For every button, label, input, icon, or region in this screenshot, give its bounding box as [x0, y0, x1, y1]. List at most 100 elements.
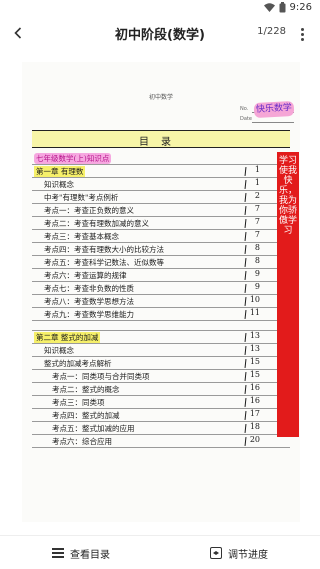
list-icon	[52, 548, 64, 558]
toc-row-title: 考点四：考查有理数大小的比较方法	[44, 245, 164, 254]
toc-row-title: 考点六：考查运算的规律	[44, 271, 127, 280]
document-page: 初中数学 No. Date 快乐数学 目录 七年级数学(上)知识点 第一章 有理数…	[22, 62, 300, 522]
toc-row: 考点一：考查正负数的意义 7	[32, 204, 290, 217]
toc-row: 整式的加减考点解析 15	[32, 357, 290, 370]
toc-row-page: 1	[254, 165, 260, 174]
toc-row	[32, 321, 290, 331]
battery-icon	[279, 2, 286, 13]
toc-row-tick	[244, 270, 247, 281]
toc-row-tick	[244, 205, 247, 216]
more-dot-icon	[300, 37, 304, 41]
toc-row-page: 1	[254, 178, 260, 187]
toc-row-tick	[244, 332, 247, 343]
toc-row-page: 13	[249, 331, 260, 340]
red-ribbon: 学习使我快乐，我为你骄傲学习	[277, 152, 299, 552]
toc-row: 知识概念 1	[32, 178, 290, 191]
page-counter: 1/228	[257, 26, 286, 37]
toc-row-title: 考点六：综合应用	[52, 437, 112, 446]
toc-row-title: 考点三：同类项	[52, 398, 105, 407]
toc-row: 第一章 有理数 1	[32, 165, 290, 178]
toc-row-tick	[244, 244, 247, 255]
handwritten-stamp: 快乐数学	[253, 100, 295, 119]
toc-row-title: 第二章 整式的加减	[34, 332, 101, 343]
toc-row-tick	[244, 166, 247, 177]
adjust-progress-label: 调节进度	[228, 549, 268, 561]
toc-row-tick	[244, 436, 247, 447]
toc-row-page: 10	[249, 295, 260, 304]
toc-row: 第二章 整式的加减 13	[32, 331, 290, 344]
date-label: Date	[240, 116, 294, 123]
toc-row-page: 11	[249, 308, 260, 317]
toc-row-title: 七年级数学(上)知识点	[34, 153, 112, 164]
toc-row-page: 7	[254, 204, 260, 213]
toc-row-title: 考点八：考查数学思想方法	[44, 297, 134, 306]
more-menu-button[interactable]	[292, 23, 312, 45]
toc-row-page: 7	[254, 230, 260, 239]
toc-list: 七年级数学(上)知识点 第一章 有理数 1 知识概念 1 中考"有理数"考点例析 2 考点一：…	[32, 152, 290, 448]
status-time: 9:26	[289, 2, 312, 13]
toc-row-page: 15	[249, 357, 260, 366]
toc-row: 七年级数学(上)知识点	[32, 152, 290, 165]
toc-row-page: 16	[249, 383, 260, 392]
toc-row-title: 考点四：整式的加减	[52, 411, 120, 420]
toc-row-title: 考点一：同类项与合并同类项	[52, 372, 150, 381]
toc-row-page: 9	[254, 282, 260, 291]
toc-row: 考点二：整式的概念 16	[32, 383, 290, 396]
ribbon-text: 学习使我快乐，我为你骄傲学习	[278, 156, 297, 236]
toc-row-page: 8	[254, 256, 260, 265]
toc-row-tick	[244, 309, 247, 320]
adjust-progress-button[interactable]: 调节进度	[210, 544, 268, 562]
toc-row-page: 20	[249, 435, 260, 444]
toc-row: 考点四：整式的加减 17	[32, 409, 290, 422]
more-dot-icon	[300, 27, 304, 31]
bottom-toolbar: 查看目录 调节进度	[0, 535, 320, 569]
no-label: No.	[240, 106, 297, 113]
toc-row-tick	[244, 410, 247, 421]
toc-row-title: 考点二：整式的概念	[52, 385, 120, 394]
toc-row: 考点九：考查数学思维能力 11	[32, 308, 290, 321]
toc-row-tick	[244, 345, 247, 356]
toc-row-page: 9	[254, 269, 260, 278]
toc-row: 考点七：考查非负数的性质 9	[32, 282, 290, 295]
status-icons: 9:26	[263, 2, 312, 13]
toc-row-title: 知识概念	[44, 180, 74, 189]
toc-row-title: 第一章 有理数	[34, 166, 86, 177]
toc-row-title: 知识概念	[44, 346, 74, 355]
toc-row-page: 8	[254, 243, 260, 252]
toc-row-tick	[244, 397, 247, 408]
toc-row-title: 考点一：考查正负数的意义	[44, 206, 134, 215]
toc-row-tick	[244, 179, 247, 190]
toc-row: 中考"有理数"考点例析 2	[32, 191, 290, 204]
toc-row: 考点六：考查运算的规律 9	[32, 269, 290, 282]
toc-row-title: 考点九：考查数学思维能力	[44, 310, 134, 319]
toc-row: 考点四：考查有理数大小的比较方法 8	[32, 243, 290, 256]
toc-row-tick	[244, 231, 247, 242]
toc-row: 考点五：整式加减的应用 18	[32, 422, 290, 435]
toc-row: 考点二：考查有理数加减的意义 7	[32, 217, 290, 230]
toc-row-tick	[244, 218, 247, 229]
toc-row-tick	[244, 423, 247, 434]
toc-row-title: 考点五：考查科学记数法、近似数等	[44, 258, 164, 267]
toc-row: 考点八：考查数学思想方法 10	[32, 295, 290, 308]
toc-row: 考点一：同类项与合并同类项 15	[32, 370, 290, 383]
view-toc-label: 查看目录	[70, 549, 110, 561]
wifi-icon	[263, 3, 275, 12]
toc-header-band: 目录	[32, 130, 290, 148]
view-toc-button[interactable]: 查看目录	[52, 544, 110, 562]
toc-row-tick	[244, 358, 247, 369]
toc-row-tick	[244, 283, 247, 294]
toc-row-title: 整式的加减考点解析	[44, 359, 112, 368]
toc-row: 考点三：同类项 16	[32, 396, 290, 409]
toc-row-tick	[244, 384, 247, 395]
status-bar: 9:26	[0, 0, 320, 16]
toc-row-page: 13	[249, 344, 260, 353]
more-dot-icon	[300, 32, 304, 36]
toc-row-page: 15	[249, 370, 260, 379]
adjust-icon	[210, 547, 222, 559]
toc-row-title: 考点五：整式加减的应用	[52, 424, 135, 433]
toc-row-tick	[244, 192, 247, 203]
toc-row-tick	[244, 371, 247, 382]
toc-row-title: 考点三：考查基本概念	[44, 232, 119, 241]
toc-row: 考点六：综合应用 20	[32, 435, 290, 448]
toc-row-tick	[244, 257, 247, 268]
